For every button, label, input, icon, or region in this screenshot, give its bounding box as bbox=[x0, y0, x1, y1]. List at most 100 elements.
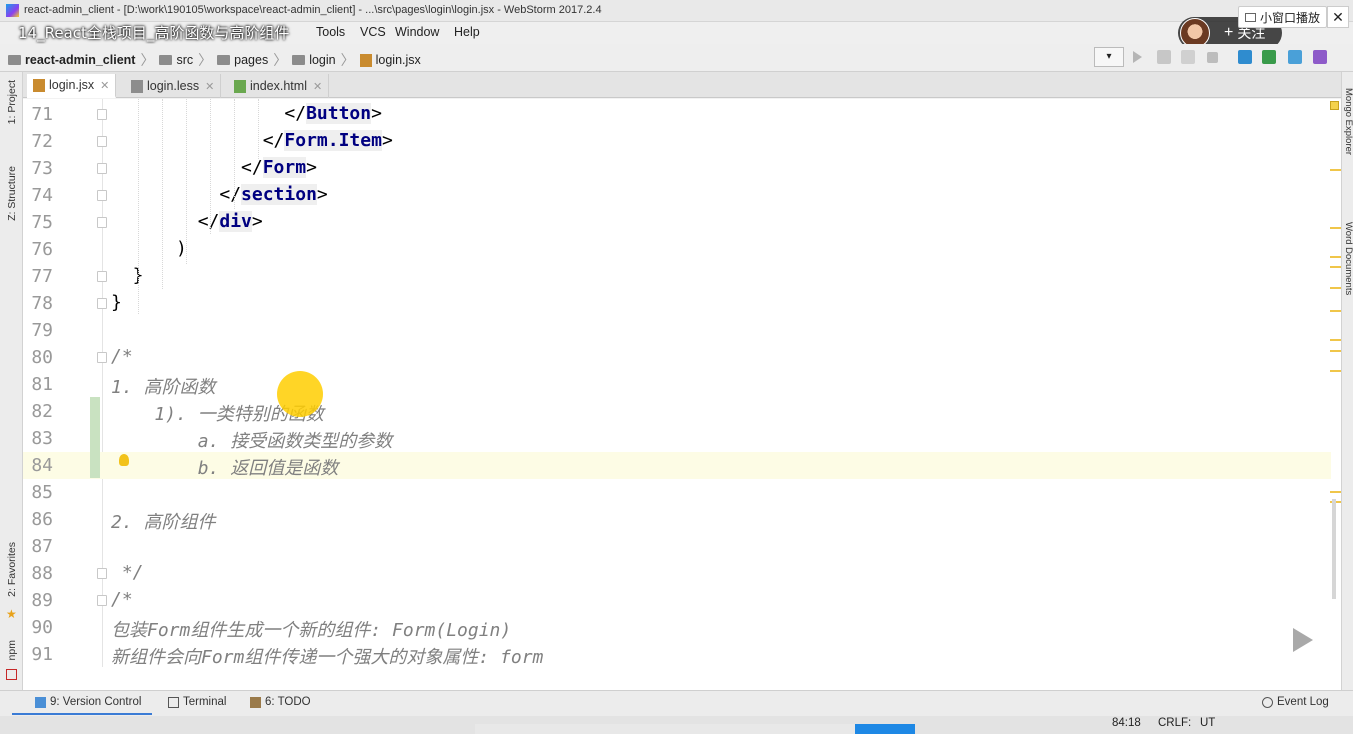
debug-icon[interactable] bbox=[1157, 50, 1171, 64]
vcs-commit-icon[interactable] bbox=[1262, 50, 1276, 64]
breadcrumb: react-admin_client 〉 src 〉 pages 〉 login… bbox=[8, 50, 421, 70]
tool-event-log[interactable]: Event Log bbox=[1262, 696, 1329, 708]
tool-terminal[interactable]: Terminal bbox=[168, 696, 226, 708]
tab-index-html[interactable]: index.html ✕ bbox=[228, 74, 330, 98]
breadcrumb-item[interactable]: pages bbox=[217, 53, 268, 67]
line-number: 85 bbox=[31, 482, 53, 503]
tool-favorites[interactable]: 2: Favorites bbox=[6, 542, 18, 597]
tab-label: login.jsx bbox=[49, 78, 95, 92]
code-line[interactable]: 85 bbox=[23, 479, 1331, 506]
tool-structure[interactable]: Z: Structure bbox=[6, 166, 18, 221]
code-editor[interactable]: 71 </Button> 72 </Form.Item> 73 </Form> 74 … bbox=[23, 99, 1341, 667]
file-encoding[interactable]: UT bbox=[1200, 717, 1215, 729]
menu-window[interactable]: Window bbox=[395, 25, 439, 39]
code-line[interactable]: 88 */ bbox=[23, 560, 1331, 587]
breadcrumb-item[interactable]: src bbox=[159, 53, 193, 67]
code-line[interactable]: 77 } bbox=[23, 263, 1331, 290]
code-text: </Form.Item> bbox=[111, 130, 393, 151]
code-line[interactable]: 82 1). 一类特别的函数 bbox=[23, 398, 1331, 425]
vertical-scrollbar[interactable] bbox=[1332, 499, 1336, 599]
code-line[interactable]: 80 /* bbox=[23, 344, 1331, 371]
indent-guide bbox=[186, 99, 187, 264]
folder-icon bbox=[159, 55, 173, 65]
line-separator[interactable]: CRLF: bbox=[1158, 717, 1191, 729]
close-icon[interactable]: ✕ bbox=[205, 80, 214, 93]
fold-marker-icon[interactable] bbox=[97, 190, 107, 201]
line-number: 78 bbox=[31, 293, 53, 314]
stop-icon[interactable] bbox=[1207, 52, 1218, 63]
code-line[interactable]: 76 ) bbox=[23, 236, 1331, 263]
run-icon[interactable] bbox=[1133, 51, 1142, 63]
code-line[interactable]: 72 </Form.Item> bbox=[23, 128, 1331, 155]
indent-guide bbox=[234, 99, 235, 209]
code-line[interactable]: 91 新组件会向Form组件传递一个强大的对象属性: form bbox=[23, 641, 1331, 667]
close-icon[interactable]: ✕ bbox=[313, 80, 322, 93]
vcs-compare-icon[interactable] bbox=[1288, 50, 1302, 64]
indent-guide bbox=[258, 99, 259, 159]
menu-help[interactable]: Help bbox=[454, 25, 480, 39]
pip-label: 小窗口播放 bbox=[1260, 10, 1321, 25]
vcs-update-icon[interactable] bbox=[1238, 50, 1252, 64]
line-number: 89 bbox=[31, 590, 53, 611]
fold-marker-icon[interactable] bbox=[97, 352, 107, 363]
tab-login-less[interactable]: login.less ✕ bbox=[125, 74, 222, 98]
breadcrumb-item[interactable]: login.jsx bbox=[359, 53, 421, 67]
breadcrumb-item[interactable]: login bbox=[292, 53, 336, 67]
close-icon[interactable]: ✕ bbox=[1327, 6, 1349, 28]
code-line[interactable]: 84 b. 返回值是函数 bbox=[23, 452, 1331, 479]
code-line[interactable]: 74 </section> bbox=[23, 182, 1331, 209]
menu-vcs[interactable]: VCS bbox=[360, 25, 386, 39]
code-text: /* bbox=[111, 346, 133, 367]
fold-marker-icon[interactable] bbox=[97, 271, 107, 282]
code-line[interactable]: 90 包装Form组件生成一个新的组件: Form(Login) bbox=[23, 614, 1331, 641]
inspection-status-icon[interactable] bbox=[1330, 101, 1339, 110]
code-line[interactable]: 87 bbox=[23, 533, 1331, 560]
fold-marker-icon[interactable] bbox=[97, 136, 107, 147]
fold-marker-icon[interactable] bbox=[97, 163, 107, 174]
code-line[interactable]: 73 </Form> bbox=[23, 155, 1331, 182]
revert-icon[interactable] bbox=[1313, 50, 1327, 64]
line-number: 83 bbox=[31, 428, 53, 449]
fold-marker-icon[interactable] bbox=[97, 568, 107, 579]
tab-login-jsx[interactable]: login.jsx ✕ bbox=[27, 74, 117, 98]
caret-position[interactable]: 84:18 bbox=[1112, 717, 1141, 729]
fold-marker-icon[interactable] bbox=[97, 595, 107, 606]
scroll-marker bbox=[1330, 491, 1341, 493]
coverage-icon[interactable] bbox=[1181, 50, 1195, 64]
code-line[interactable]: 71 </Button> bbox=[23, 101, 1331, 128]
tab-label: login.less bbox=[147, 79, 200, 93]
folder-icon bbox=[8, 55, 21, 65]
fold-marker-icon[interactable] bbox=[97, 109, 107, 120]
line-number: 75 bbox=[31, 212, 53, 233]
lightbulb-icon[interactable] bbox=[119, 454, 129, 466]
tool-version-control[interactable]: 9: Version Control bbox=[35, 696, 141, 708]
folder-icon bbox=[292, 55, 306, 65]
line-number: 86 bbox=[31, 509, 53, 530]
code-line[interactable]: 81 1. 高阶函数 bbox=[23, 371, 1331, 398]
video-title: 14_React全栈项目_高阶函数与高阶组件 bbox=[18, 24, 290, 42]
pip-button[interactable]: 小窗口播放 bbox=[1238, 6, 1327, 28]
menu-tools[interactable]: Tools bbox=[316, 25, 345, 39]
run-config-select[interactable]: ▾ bbox=[1094, 47, 1124, 67]
tool-word-documents[interactable]: Word Documents bbox=[1343, 222, 1353, 295]
progress-indicator bbox=[855, 724, 915, 734]
code-line[interactable]: 78} bbox=[23, 290, 1331, 317]
version-control-icon bbox=[35, 696, 46, 708]
code-line[interactable]: 75 </div> bbox=[23, 209, 1331, 236]
breadcrumb-item[interactable]: react-admin_client bbox=[8, 53, 135, 67]
tool-todo[interactable]: 6: TODO bbox=[250, 696, 311, 708]
chevron-right-icon: 〉 bbox=[340, 52, 355, 68]
tool-project[interactable]: 1: Project bbox=[6, 80, 18, 124]
scroll-marker bbox=[1330, 370, 1341, 372]
code-line[interactable]: 89 /* bbox=[23, 587, 1331, 614]
tool-mongo-explorer[interactable]: Mongo Explorer bbox=[1343, 88, 1353, 155]
code-text: </Button> bbox=[111, 103, 382, 124]
close-icon[interactable]: ✕ bbox=[100, 79, 109, 92]
fold-marker-icon[interactable] bbox=[97, 217, 107, 228]
fold-marker-icon[interactable] bbox=[97, 298, 107, 309]
code-line[interactable]: 83 a. 接受函数类型的参数 bbox=[23, 425, 1331, 452]
tool-npm[interactable]: npm bbox=[6, 640, 18, 660]
code-line[interactable]: 79 bbox=[23, 317, 1331, 344]
code-line[interactable]: 86 2. 高阶组件 bbox=[23, 506, 1331, 533]
play-button[interactable] bbox=[1270, 615, 1330, 665]
